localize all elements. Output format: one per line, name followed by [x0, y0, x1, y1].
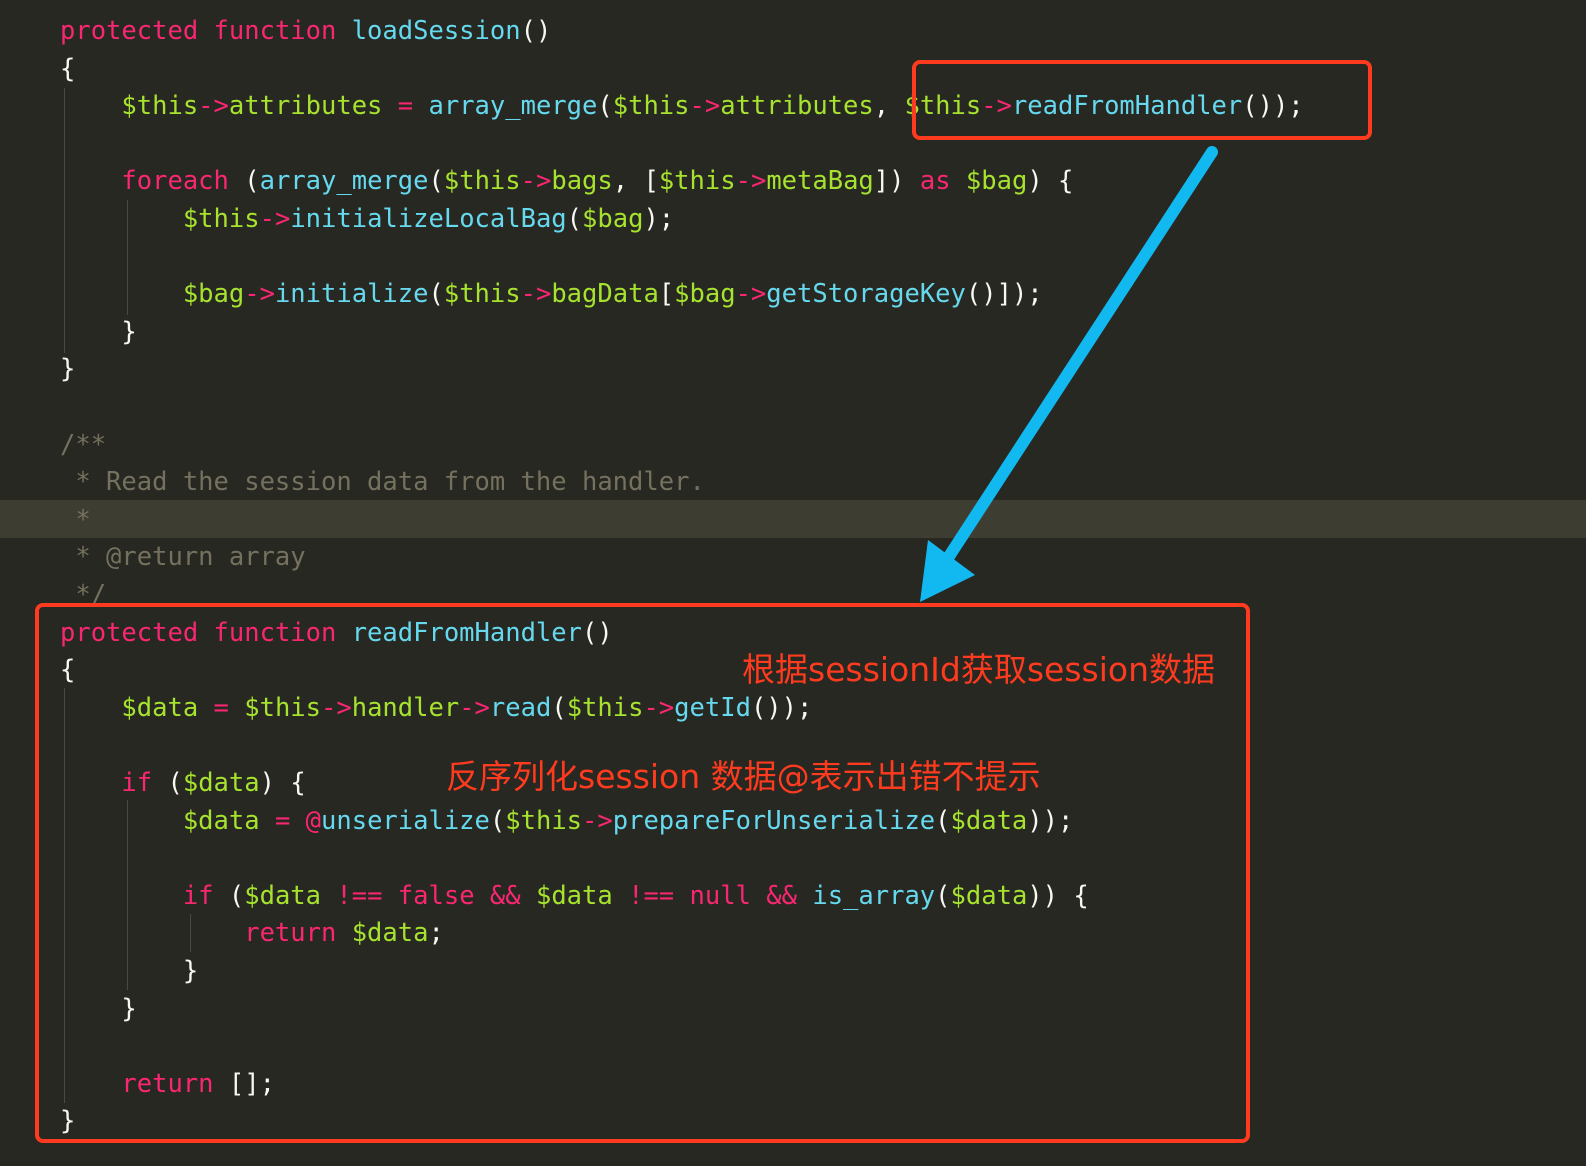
arrow-shaft	[942, 146, 1218, 564]
code-editor[interactable]: protected function loadSession(){ $this-…	[0, 0, 1586, 1166]
arrow-icon	[920, 146, 1218, 602]
